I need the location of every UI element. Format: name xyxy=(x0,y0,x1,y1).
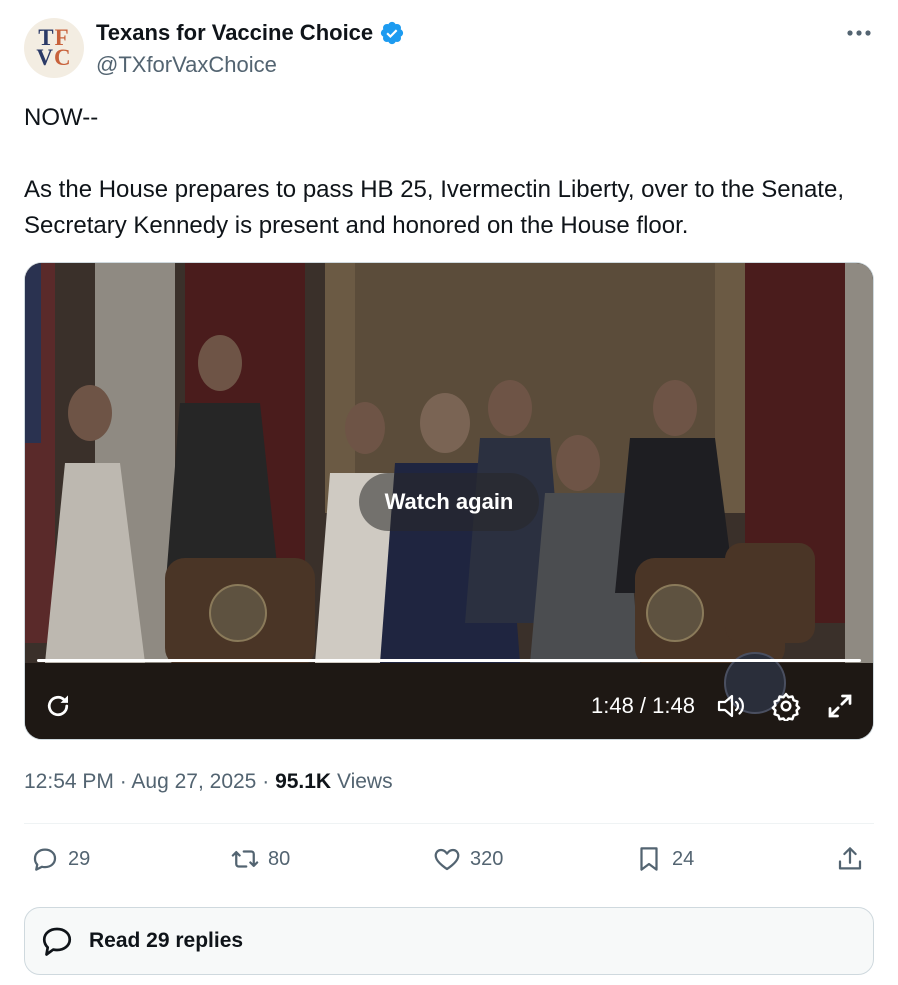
bookmark-button[interactable]: 24 xyxy=(634,844,694,874)
meta-separator: · xyxy=(262,770,270,793)
repost-button[interactable]: 80 xyxy=(230,844,290,874)
tweet-time[interactable]: 12:54 PM xyxy=(24,770,114,793)
volume-icon[interactable] xyxy=(715,691,747,721)
like-button[interactable]: 320 xyxy=(432,844,503,874)
avatar-line2: VC xyxy=(36,45,72,70)
divider xyxy=(24,823,874,824)
share-button[interactable] xyxy=(835,844,865,874)
watch-again-button[interactable]: Watch again xyxy=(359,473,539,531)
read-replies-button[interactable]: Read 29 replies xyxy=(24,907,874,975)
fullscreen-icon[interactable] xyxy=(825,691,855,721)
reply-button[interactable]: 29 xyxy=(30,844,90,874)
avatar[interactable]: TF VC xyxy=(24,18,84,78)
bookmark-count: 24 xyxy=(672,847,695,870)
repost-count: 80 xyxy=(268,847,291,870)
tweet-meta: 12:54 PM · Aug 27, 2025 · 95.1K Views xyxy=(24,770,393,794)
views-label: Views xyxy=(336,770,393,793)
tweet-line-1: NOW-- xyxy=(24,104,99,131)
replay-icon[interactable] xyxy=(43,691,73,721)
settings-gear-icon[interactable] xyxy=(771,691,801,721)
display-name[interactable]: Texans for Vaccine Choice xyxy=(96,20,373,46)
verified-badge-icon xyxy=(381,21,404,45)
views-count: 95.1K xyxy=(275,770,332,793)
like-count: 320 xyxy=(470,847,504,870)
tweet-line-2: As the House prepares to pass HB 25, Ive… xyxy=(24,176,844,239)
video-player[interactable]: Watch again 1:48 / 1:48 xyxy=(24,262,874,740)
video-progress-bar[interactable] xyxy=(37,659,861,662)
read-replies-label: Read 29 replies xyxy=(89,929,244,952)
reply-count: 29 xyxy=(68,847,91,870)
video-time: 1:48 / 1:48 xyxy=(591,693,695,718)
meta-separator: · xyxy=(119,770,127,793)
author-name-row: Texans for Vaccine Choice xyxy=(96,20,405,46)
share-icon xyxy=(838,847,862,870)
more-options-icon[interactable] xyxy=(844,20,874,46)
tweet-date[interactable]: Aug 27, 2025 xyxy=(131,770,256,793)
bookmark-icon xyxy=(640,847,658,871)
tweet-text: NOW-- As the House prepares to pass HB 2… xyxy=(24,100,874,244)
reply-icon xyxy=(33,848,57,871)
heart-icon xyxy=(434,848,460,871)
handle[interactable]: @TXforVaxChoice xyxy=(96,52,277,78)
repost-icon xyxy=(231,850,259,868)
reply-bubble-icon xyxy=(42,927,72,956)
